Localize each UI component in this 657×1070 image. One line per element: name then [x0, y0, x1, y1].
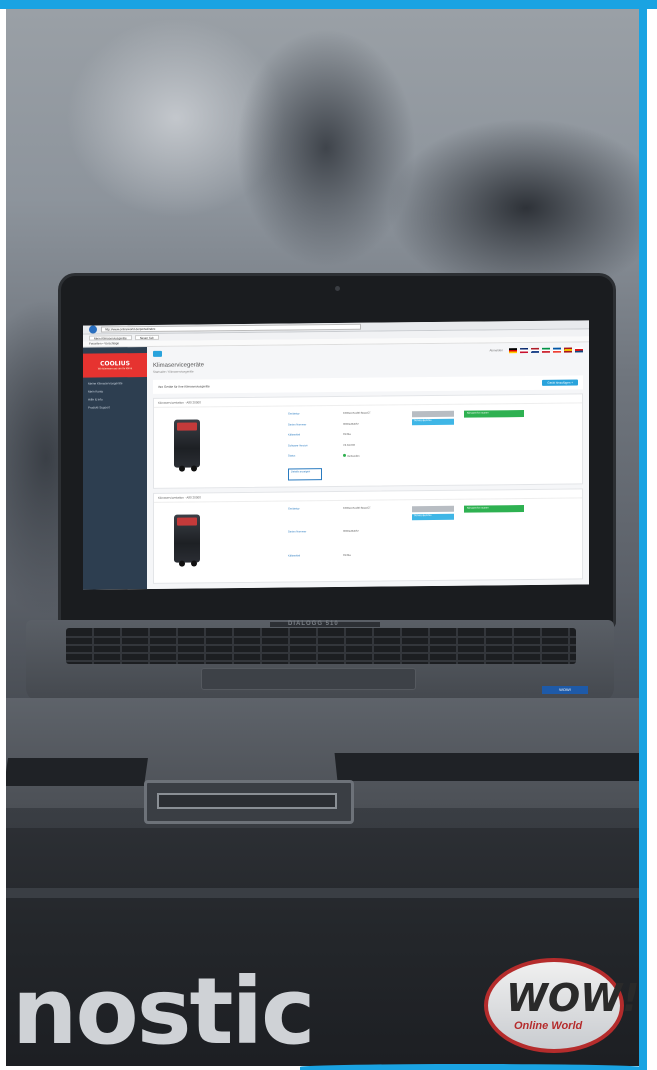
card-body: Gerätetyp COOLIUS A80 SELECT Serien-Numm… [154, 498, 582, 582]
cart-band [6, 888, 641, 898]
card-actions: Service-Berichte [412, 410, 454, 479]
logo-subtitle: Wir kümmern uns um Ihr Klima [97, 367, 133, 371]
prop-label: Serien-Nummer [288, 530, 307, 534]
key-row-divider [66, 652, 576, 654]
device-card: Klimaservicestation · A80 20000 Gerätety… [153, 488, 583, 584]
prop-label: Serien-Nummer [288, 422, 307, 427]
ac-service-machine-image [174, 514, 200, 563]
prop-label: Kältemittel [288, 433, 301, 437]
prop-label: Kältemittel [288, 554, 301, 558]
web-app: COOLIUS Wir kümmern uns um Ihr Klima Mei… [83, 342, 589, 590]
device-properties: Gerätetyp COOLIUS A80 SELECT Serien-Numm… [288, 506, 398, 575]
app-main: Abmelden Klimaservicegeräte Startseite /… [147, 342, 589, 589]
frame-right-border [639, 8, 647, 1070]
frame-top-border [0, 0, 657, 9]
prop-value: COOLIUS A80 SELECT [343, 411, 371, 415]
app-sidebar: COOLIUS Wir kümmern uns um Ihr Klima Mei… [83, 346, 147, 590]
reports-button[interactable]: Service-Berichte [412, 513, 454, 521]
uk-flag-icon[interactable] [520, 347, 528, 353]
status-text: Verbunden [347, 454, 360, 458]
prop-label: Gerätetyp [288, 412, 300, 416]
cz-flag-icon[interactable] [575, 346, 583, 352]
laptop-screen: http://www.onlineworld.de/portal/index M… [83, 320, 589, 590]
wow-logo-subtitle: Online World [514, 1020, 583, 1032]
status-dot-icon [343, 453, 346, 457]
nl-flag-icon[interactable] [531, 347, 539, 353]
key-row-divider [66, 636, 576, 638]
card-body: Gerätetyp COOLIUS A80 SELECT Serien-Numm… [154, 403, 582, 487]
device-card: Klimaservicestation · A80 20000 Gerätety… [153, 393, 583, 489]
fr-flag-icon[interactable] [553, 347, 561, 353]
prop-value: 00001234567 [343, 422, 359, 426]
prop-value: R134a [343, 432, 351, 436]
de-flag-icon[interactable] [509, 347, 517, 353]
it-flag-icon[interactable] [542, 347, 550, 353]
start-service-button[interactable]: Klimaservice starten [464, 505, 524, 513]
prop-value: V2.04.003 [343, 443, 355, 447]
frame-bottom-border [300, 1064, 640, 1070]
wow-logo-badge: WOW! Online World [484, 958, 639, 1053]
menu-toggle-button[interactable] [153, 350, 162, 357]
touchpad [201, 668, 416, 690]
laptop-sticker: WOW! [542, 686, 588, 694]
es-flag-icon[interactable] [564, 347, 572, 353]
prop-label: Software-Version [288, 443, 308, 448]
info-text: Ihre Geräte für Ihre Klimaservicegeräte [158, 384, 210, 389]
wow-logo-text: WOW! [506, 976, 640, 1020]
back-icon[interactable] [89, 325, 97, 334]
device-properties: Gerätetyp COOLIUS A80 SELECT Serien-Numm… [288, 411, 398, 481]
ac-service-machine-image [174, 419, 200, 468]
start-service-button[interactable]: Klimaservice starten [464, 410, 524, 418]
handle-grip [157, 793, 337, 809]
prop-label: Gerätetyp [288, 507, 300, 511]
details-button[interactable]: Details anzeigen [288, 467, 322, 481]
key-row-divider [66, 660, 576, 662]
product-photo: http://www.onlineworld.de/portal/index M… [6, 8, 641, 1066]
topbar-right: Abmelden [489, 346, 583, 353]
disabled-button [412, 505, 454, 513]
webcam [335, 286, 340, 291]
card-actions: Service-Berichte [412, 505, 454, 574]
tab-active[interactable]: Mein Klimaservicegeräte [89, 335, 132, 341]
cart-tray-left [6, 758, 148, 786]
keyboard [66, 628, 576, 664]
prop-value: 00001234567 [343, 530, 359, 534]
tab-new[interactable]: Neuer Tab [134, 334, 159, 341]
app-logo: COOLIUS Wir kümmern uns um Ihr Klima [83, 352, 147, 378]
language-flags [509, 346, 583, 353]
reports-button[interactable]: Service-Berichte [412, 418, 454, 426]
key-row-divider [66, 644, 576, 646]
laptop-brand: DIALOGG 510 [288, 621, 339, 627]
cart-lettering: nostic [12, 958, 316, 1065]
status-value: Verbunden [343, 453, 398, 463]
logout-link[interactable]: Abmelden [489, 348, 503, 352]
prop-value: COOLIUS A80 SELECT [343, 506, 371, 510]
prop-value: R134a [343, 553, 351, 557]
laptop-lid: http://www.onlineworld.de/portal/index M… [61, 276, 613, 626]
cart-handle [144, 780, 354, 824]
laptop-base: DIALOGG 510 WOW! [26, 620, 614, 702]
disabled-button [412, 410, 454, 418]
cart-tray-right [334, 753, 641, 781]
add-device-button[interactable]: Gerät hinzufügen + [542, 379, 578, 386]
background-blur [386, 118, 641, 298]
prop-label: Status [288, 454, 296, 458]
sidebar-item-support[interactable]: Produkt-Support [83, 401, 147, 410]
info-bar: Ihre Geräte für Ihre Klimaservicegeräte … [153, 375, 583, 394]
